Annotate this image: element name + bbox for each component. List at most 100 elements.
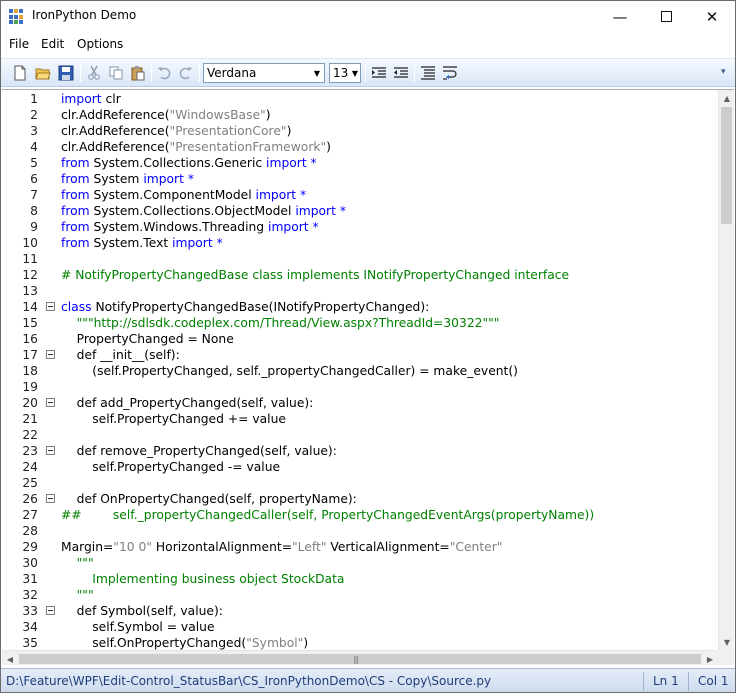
vertical-scroll-thumb[interactable] — [721, 107, 732, 224]
scissors-icon — [88, 65, 100, 80]
maximize-button[interactable] — [643, 1, 689, 32]
line-number: 7 — [30, 188, 38, 202]
code-line: Implementing business object StockData — [61, 571, 344, 587]
line-number: 31 — [22, 572, 38, 586]
line-number: 35 — [22, 636, 38, 650]
line-number: 5 — [30, 156, 38, 170]
collapse-icon[interactable] — [46, 350, 55, 359]
code-token: """http://sdlsdk.codeplex.com/Thread/Vie… — [61, 316, 500, 330]
line-number: 20 — [22, 396, 38, 410]
save-button[interactable] — [56, 63, 76, 83]
code-line: """ — [61, 555, 94, 571]
line-number: 3 — [30, 124, 38, 138]
menu-bar: File Edit Options — [1, 32, 735, 57]
collapse-icon[interactable] — [46, 446, 55, 455]
collapse-icon[interactable] — [46, 302, 55, 311]
app-icon — [9, 9, 25, 25]
line-number: 15 — [22, 316, 38, 330]
code-token: def __init__(self): — [61, 348, 180, 362]
minimize-icon: — — [612, 7, 628, 26]
cut-button[interactable] — [84, 63, 104, 83]
new-file-button[interactable] — [10, 63, 30, 83]
code-token: ) — [326, 140, 331, 154]
code-line: def remove_PropertyChanged(self, value): — [61, 443, 337, 459]
code-token: System.ComponentModel — [89, 188, 256, 202]
line-number: 4 — [30, 140, 38, 154]
line-number: 1 — [30, 92, 38, 106]
code-line: self.OnPropertyChanged("Symbol") — [61, 635, 308, 650]
code-token: "10 0" — [113, 540, 153, 554]
menu-file[interactable]: File — [9, 37, 29, 51]
open-file-button[interactable] — [33, 63, 53, 83]
scroll-down-icon[interactable]: ▼ — [719, 634, 734, 650]
code-token: import * — [295, 204, 346, 218]
code-token: def add_PropertyChanged(self, value): — [61, 396, 314, 410]
code-token: "Left" — [292, 540, 327, 554]
vertical-scrollbar[interactable]: ▲ ▼ — [718, 90, 734, 650]
code-token: import — [61, 92, 102, 106]
code-token: clr.AddReference( — [61, 124, 170, 138]
line-number: 11 — [22, 252, 38, 266]
line-number: 17 — [22, 348, 38, 362]
horizontal-scrollbar[interactable]: ◀ ||| ▶ — [2, 650, 718, 665]
code-token: HorizontalAlignment= — [152, 540, 293, 554]
code-token: clr.AddReference( — [61, 140, 170, 154]
code-line: import clr — [61, 91, 121, 107]
file-path: D:\Feature\WPF\Edit-Control_StatusBar\CS… — [6, 674, 492, 688]
collapse-icon[interactable] — [46, 398, 55, 407]
line-number: 10 — [22, 236, 38, 250]
line-number: 18 — [22, 364, 38, 378]
code-line: self.PropertyChanged += value — [61, 411, 286, 427]
scroll-left-icon[interactable]: ◀ — [2, 651, 18, 665]
menu-options[interactable]: Options — [77, 37, 123, 51]
toolbar-overflow-icon[interactable]: ▾ — [721, 67, 731, 81]
paste-button[interactable] — [128, 63, 148, 83]
code-line: from System.ComponentModel import * — [61, 187, 306, 203]
code-token: "Center" — [449, 540, 503, 554]
code-token: ) — [303, 636, 309, 650]
code-token: PropertyChanged = None — [61, 332, 234, 346]
code-line: def OnPropertyChanged(self, propertyName… — [61, 491, 357, 507]
line-number: 13 — [22, 284, 38, 298]
copy-icon — [109, 66, 123, 80]
code-text-area[interactable]: import clr clr.AddReference("WindowsBase"… — [61, 90, 717, 650]
font-size-select[interactable]: 13 ▼ — [329, 63, 361, 83]
code-token: from — [61, 220, 90, 234]
scroll-up-icon[interactable]: ▲ — [719, 90, 734, 106]
redo-button[interactable] — [176, 63, 196, 83]
copy-button[interactable] — [106, 63, 126, 83]
indent-button[interactable] — [369, 63, 389, 83]
indent-icon — [372, 67, 386, 78]
outdent-button[interactable] — [391, 63, 411, 83]
redo-icon — [179, 67, 192, 80]
code-line: def __init__(self): — [61, 347, 180, 363]
line-indicator: Ln 1 — [653, 674, 679, 688]
code-token: "PresentationFramework" — [169, 140, 327, 154]
font-family-select[interactable]: Verdana ▼ — [203, 63, 325, 83]
code-line: PropertyChanged = None — [61, 331, 234, 347]
code-line: class NotifyPropertyChangedBase(INotifyP… — [61, 299, 429, 315]
line-number: 29 — [22, 540, 38, 554]
close-icon: ✕ — [705, 7, 719, 26]
undo-button[interactable] — [154, 63, 174, 83]
code-editor[interactable]: 1 2 3 4 5 6 7 8 9 10 11 12 13 14 15 16 17 18 19 20 21 22 23 24 2… — [2, 89, 734, 665]
collapse-icon[interactable] — [46, 606, 55, 615]
code-token: clr — [101, 92, 121, 106]
code-token: System.Collections.ObjectModel — [89, 204, 296, 218]
line-number: 28 — [22, 524, 38, 538]
code-line: self.Symbol = value — [61, 619, 214, 635]
collapse-icon[interactable] — [46, 494, 55, 503]
code-token: System.Windows.Threading — [89, 220, 269, 234]
align-lines-button[interactable] — [418, 63, 438, 83]
code-line: # NotifyPropertyChangedBase class implem… — [61, 267, 569, 283]
scroll-right-icon[interactable]: ▶ — [702, 651, 718, 665]
word-wrap-button[interactable] — [440, 63, 460, 83]
code-line: """ — [61, 587, 94, 603]
close-button[interactable]: ✕ — [689, 1, 735, 32]
code-token: ) — [265, 108, 271, 122]
menu-edit[interactable]: Edit — [41, 37, 64, 51]
code-token: Implementing business object StockData — [61, 572, 345, 586]
code-token: from — [61, 236, 90, 250]
chevron-down-icon: ▼ — [313, 68, 321, 78]
minimize-button[interactable]: — — [597, 1, 643, 32]
